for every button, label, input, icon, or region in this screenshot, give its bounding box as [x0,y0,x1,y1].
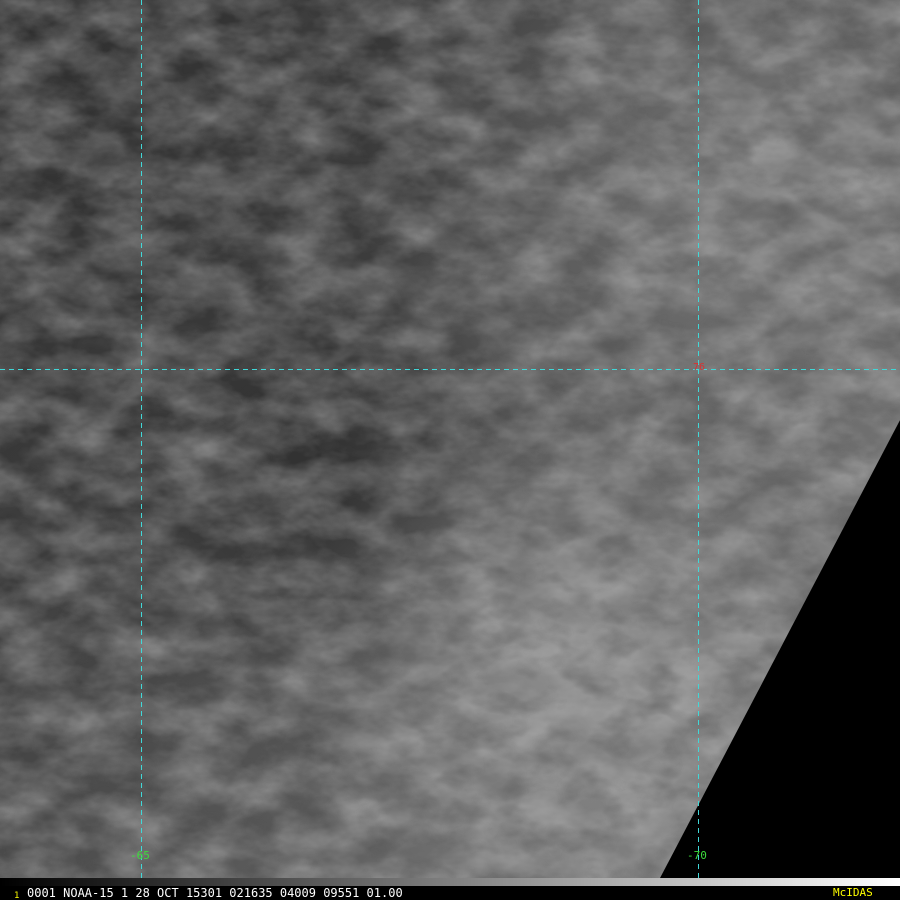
frame-info-text: 0001 NOAA-15 1 28 OCT 15301 021635 04009… [27,886,403,900]
latitude-label-76: 76 [693,362,706,373]
satellite-image-viewer: -65 -70 76 1 0001 NOAA-15 1 28 OCT 15301… [0,0,900,900]
image-info-bar: 1 0001 NOAA-15 1 28 OCT 15301 021635 040… [0,886,900,900]
grayscale-bar [0,878,900,886]
mcidas-logo: McIDAS [833,886,873,899]
longitude-label-65: -65 [130,849,150,862]
frame-number: 1 [14,891,20,900]
satellite-cloud-imagery [0,0,900,900]
longitude-label-70: -70 [687,849,707,862]
